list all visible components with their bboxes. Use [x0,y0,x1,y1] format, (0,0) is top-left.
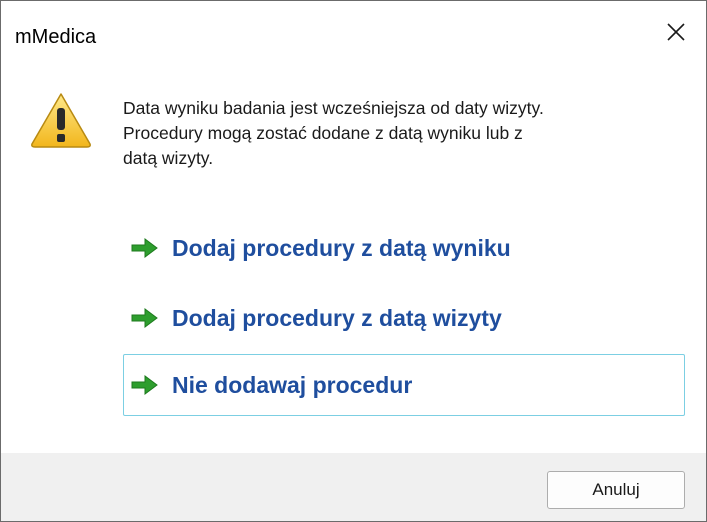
dialog-window: mMedica Data wyniku badania jest wcześni… [0,0,707,522]
command-label: Dodaj procedury z datą wyniku [172,234,511,261]
command-label: Dodaj procedury z datą wizyty [172,304,502,331]
close-icon [667,23,685,41]
add-procedures-visit-date-button[interactable]: Dodaj procedury z datą wizyty [123,287,685,349]
message-line: datą wizyty. [123,148,214,168]
window-title: mMedica [15,26,97,48]
green-arrow-icon [131,238,158,258]
command-label: Nie dodawaj procedur [172,371,413,398]
message-line: Data wyniku badania jest wcześniejsza od… [123,98,544,118]
do-not-add-procedures-button[interactable]: Nie dodawaj procedur [123,354,685,416]
add-procedures-result-date-button[interactable]: Dodaj procedury z datą wyniku [123,217,685,279]
close-button[interactable] [646,9,706,55]
message-line: Procedury mogą zostać dodane z datą wyni… [123,123,523,143]
green-arrow-icon [131,308,158,328]
cancel-button[interactable]: Anuluj [547,471,685,509]
green-arrow-icon [131,375,158,395]
message-text: Data wyniku badania jest wcześniejsza od… [123,96,693,171]
warning-icon [31,93,91,148]
title-bar: mMedica [1,1,706,61]
